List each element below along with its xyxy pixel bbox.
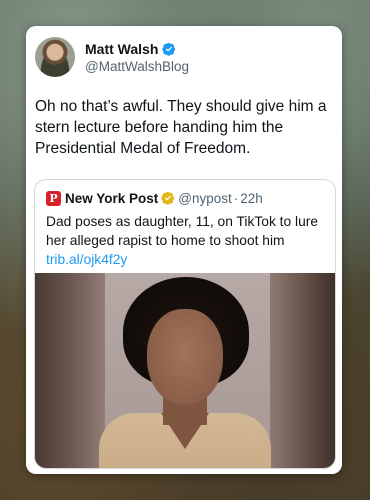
quoted-author-name: New York Post	[65, 190, 159, 206]
tweet-header: Matt Walsh @MattWalshBlog	[35, 37, 335, 81]
nypost-logo-icon: P	[46, 190, 61, 206]
quoted-text-body: Dad poses as daughter, 11, on TikTok to …	[46, 214, 319, 248]
quoted-link[interactable]: trib.al/ojk4f2y	[46, 252, 127, 267]
quoted-tweet[interactable]: P New York Post @nypost · 22h Dad poses …	[34, 179, 336, 469]
photo-collar	[161, 413, 209, 449]
mugshot-photo[interactable]	[35, 273, 335, 468]
avatar[interactable]	[35, 37, 75, 77]
author-name-text: Matt Walsh	[85, 41, 159, 57]
tweet-card: Matt Walsh @MattWalshBlog Oh no that’s a…	[26, 26, 342, 474]
author-name[interactable]: Matt Walsh	[85, 41, 176, 57]
gold-verified-badge-icon	[161, 191, 175, 205]
quoted-author-handle: @nypost	[178, 190, 232, 206]
author-handle[interactable]: @MattWalshBlog	[85, 59, 189, 74]
quoted-tweet-header: P New York Post @nypost · 22h	[46, 189, 263, 207]
quoted-tweet-text: Dad poses as daughter, 11, on TikTok to …	[46, 212, 331, 269]
quoted-timestamp: 22h	[240, 190, 263, 206]
dot-separator: ·	[233, 190, 239, 206]
tweet-text: Oh no that’s awful. They should give him…	[35, 98, 327, 157]
photo-face	[147, 309, 223, 405]
verified-badge-icon	[162, 42, 176, 56]
